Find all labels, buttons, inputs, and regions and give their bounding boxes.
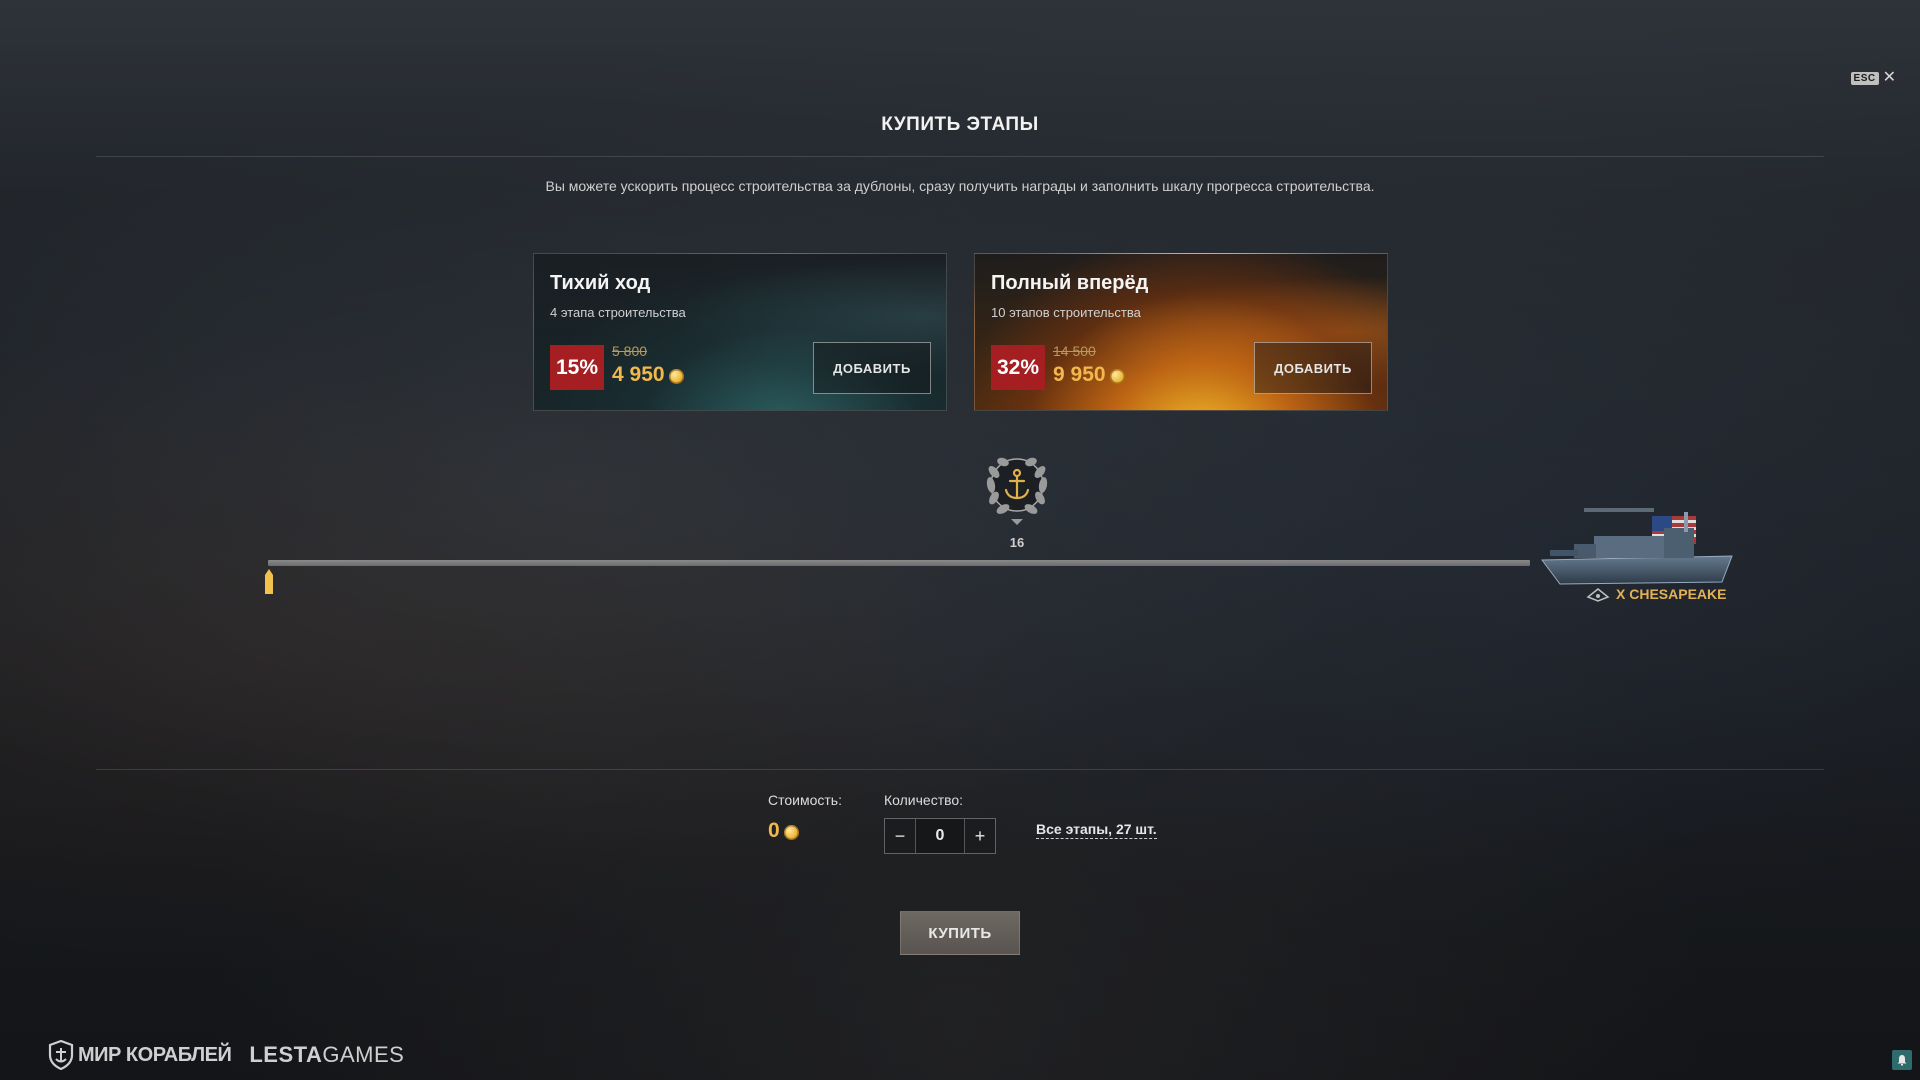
offer-title: Полный вперёд [991, 272, 1149, 294]
new-price: 9 950 [1053, 363, 1125, 387]
bottom-divider [96, 769, 1824, 770]
milestone-stage-label: 16 [1009, 535, 1025, 550]
quantity-input[interactable] [916, 819, 964, 853]
quantity-stepper: − + [884, 818, 996, 854]
cost-amount: 0 [768, 819, 780, 842]
buy-button[interactable]: КУПИТЬ [900, 911, 1020, 955]
quantity-label: Количество: [884, 792, 964, 808]
footer-logos: МИР КОРАБЛЕЙ LESTAGAMES [48, 1040, 404, 1070]
offer-subtitle: 4 этапа строительства [550, 305, 686, 320]
old-price: 14 500 [1053, 343, 1096, 359]
new-price: 4 950 [612, 363, 684, 387]
close-button[interactable]: ESC ✕ [1850, 70, 1896, 86]
discount-badge: 32% [991, 345, 1045, 390]
game-logo: МИР КОРАБЛЕЙ [48, 1040, 232, 1070]
offer-card-calm: Тихий ход 4 этапа строительства 15% 5 80… [533, 253, 947, 411]
new-price-value: 9 950 [1053, 363, 1106, 386]
page-description: Вы можете ускорить процесс строительства… [545, 178, 1375, 194]
progress-track [268, 560, 1530, 566]
ship-class-icon [1586, 588, 1610, 602]
discount-badge: 15% [550, 345, 604, 390]
ship-name-label: X CHESAPEAKE [1586, 585, 1726, 603]
offer-subtitle: 10 этапов строительства [991, 305, 1141, 320]
new-price-value: 4 950 [612, 363, 665, 386]
esc-key-badge: ESC [1850, 71, 1879, 85]
anchor-laurel-icon[interactable] [975, 445, 1059, 529]
decrement-button[interactable]: − [885, 819, 916, 853]
publisher-logo-bold: LESTA [249, 1042, 323, 1067]
add-offer-button[interactable]: ДОБАВИТЬ [1254, 342, 1372, 394]
progress-marker-icon [265, 569, 273, 594]
increment-button[interactable]: + [964, 819, 995, 853]
publisher-logo: LESTAGAMES [249, 1042, 404, 1068]
notifications-button[interactable] [1892, 1050, 1912, 1070]
all-stages-link[interactable]: Все этапы, 27 шт. [1036, 821, 1157, 839]
top-divider [96, 156, 1824, 157]
old-price: 5 800 [612, 343, 648, 359]
cost-value: 0 [768, 819, 799, 843]
game-logo-text: МИР КОРАБЛЕЙ [78, 1043, 232, 1066]
bell-icon [1897, 1055, 1907, 1066]
close-icon[interactable]: ✕ [1883, 70, 1896, 86]
offer-title: Тихий ход [550, 272, 651, 294]
page-title: КУПИТЬ ЭТАПЫ [881, 114, 1039, 135]
publisher-logo-light: GAMES [322, 1042, 405, 1067]
cost-label: Стоимость: [768, 792, 842, 808]
doubloon-coin-icon [668, 369, 684, 384]
doubloon-coin-icon [1109, 369, 1125, 384]
ship-name: X CHESAPEAKE [1616, 586, 1727, 602]
add-offer-button[interactable]: ДОБАВИТЬ [813, 342, 931, 394]
doubloon-coin-icon [783, 825, 799, 840]
offer-card-full: Полный вперёд 10 этапов строительства 32… [974, 253, 1388, 411]
shield-logo-icon [48, 1040, 74, 1070]
